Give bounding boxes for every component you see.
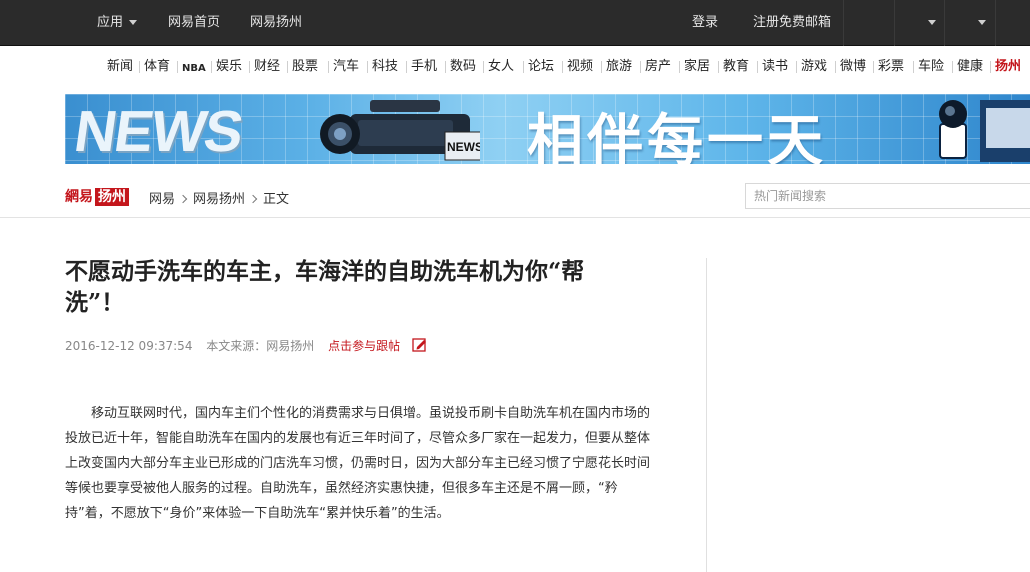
channel-0[interactable]: 新闻 bbox=[107, 59, 133, 75]
channel-separator bbox=[835, 61, 836, 73]
article-meta: 2016-12-12 09:37:54 本文来源：网易扬州 点击参与跟帖 bbox=[65, 337, 428, 354]
news-search-input[interactable]: 热门新闻搜索 bbox=[745, 183, 1030, 209]
banner-slogan: 相伴每一天 bbox=[527, 109, 827, 164]
chevron-down-icon bbox=[978, 20, 986, 25]
breadcrumb-netease[interactable]: 网易 bbox=[149, 192, 175, 207]
breadcrumb: 网易 网易扬州 正文 bbox=[149, 188, 289, 207]
channel-1[interactable]: 体育 bbox=[144, 59, 170, 75]
microphone-icon bbox=[939, 100, 1030, 162]
channel-separator bbox=[601, 61, 602, 73]
divider bbox=[894, 0, 895, 46]
chevron-right-icon bbox=[248, 194, 258, 204]
dropdown-toggle-1[interactable] bbox=[922, 0, 936, 46]
channel-2[interactable]: NBA bbox=[182, 61, 206, 77]
channel-separator bbox=[913, 61, 914, 73]
channel-separator bbox=[483, 61, 484, 73]
netease-yangzhou-link[interactable]: 网易扬州 bbox=[250, 0, 302, 46]
top-bar: 应用 网易首页 网易扬州 登录 注册免费邮箱 bbox=[0, 0, 1030, 46]
apps-menu[interactable]: 应用 bbox=[97, 0, 138, 46]
channel-separator bbox=[679, 61, 680, 73]
channel-separator bbox=[990, 61, 991, 73]
breadcrumb-current: 正文 bbox=[263, 192, 290, 207]
divider bbox=[944, 0, 945, 46]
channel-separator bbox=[406, 61, 407, 73]
divider bbox=[843, 0, 844, 46]
channel-15[interactable]: 家居 bbox=[684, 59, 710, 75]
login-link[interactable]: 登录 bbox=[692, 0, 718, 46]
channel-7[interactable]: 科技 bbox=[372, 59, 398, 75]
channel-14[interactable]: 房产 bbox=[645, 59, 671, 75]
chevron-right-icon bbox=[178, 194, 188, 204]
channel-separator bbox=[640, 61, 641, 73]
logo-netease: 網易 bbox=[65, 189, 93, 205]
channel-separator bbox=[873, 61, 874, 73]
channel-separator bbox=[249, 61, 250, 73]
channel-21[interactable]: 车险 bbox=[918, 59, 944, 75]
video-camera-icon: NEWS bbox=[320, 100, 480, 161]
camera-news-label: NEWS bbox=[447, 140, 480, 154]
channel-separator bbox=[952, 61, 953, 73]
channel-16[interactable]: 教育 bbox=[723, 59, 749, 75]
dropdown-toggle-2[interactable] bbox=[972, 0, 986, 46]
channel-3[interactable]: 娱乐 bbox=[216, 59, 242, 75]
channel-nav: 新闻 体育 NBA 娱乐 财经 股票 汽车 科技 手机 数码 女人 论坛 视频 旅游 房产 家居 教育 读书 游戏微… bbox=[0, 47, 1030, 88]
channel-22[interactable]: 健康 bbox=[957, 59, 983, 75]
breadcrumb-yangzhou[interactable]: 网易扬州 bbox=[193, 192, 245, 207]
breadcrumb-row: 網易 扬州 网易 网易扬州 正文 热门新闻搜索 bbox=[0, 172, 1030, 218]
channel-separator bbox=[445, 61, 446, 73]
channel-12[interactable]: 视频 bbox=[567, 59, 593, 75]
channel-separator bbox=[139, 61, 140, 73]
edit-icon[interactable] bbox=[412, 338, 428, 352]
channel-23[interactable]: 扬州 bbox=[995, 59, 1021, 75]
register-mail-link[interactable]: 注册免费邮箱 bbox=[753, 0, 831, 46]
channel-20[interactable]: 彩票 bbox=[878, 59, 904, 75]
channel-11[interactable]: 论坛 bbox=[528, 59, 554, 75]
article-source: 本文来源：网易扬州 bbox=[206, 339, 315, 353]
channel-10[interactable]: 女人 bbox=[488, 59, 514, 75]
divider bbox=[995, 0, 996, 46]
channel-8[interactable]: 手机 bbox=[411, 59, 437, 75]
channel-17[interactable]: 读书 bbox=[762, 59, 788, 75]
article-datetime: 2016-12-12 09:37:54 bbox=[65, 339, 193, 353]
channel-18[interactable]: 游戏 bbox=[801, 59, 827, 75]
banner-ad[interactable]: NEWS NEWS 相伴每一天 bbox=[65, 94, 1030, 164]
channel-4[interactable]: 财经 bbox=[254, 59, 280, 75]
channel-separator bbox=[211, 61, 212, 73]
join-comments-link[interactable]: 点击参与跟帖 bbox=[328, 339, 400, 353]
channel-separator bbox=[562, 61, 563, 73]
article-title: 不愿动手洗车的车主，车海洋的自助洗车机为你“帮洗”！ bbox=[65, 258, 585, 316]
apps-label: 应用 bbox=[97, 15, 124, 30]
logo-yangzhou: 扬州 bbox=[95, 188, 129, 206]
channel-separator bbox=[718, 61, 719, 73]
column-divider bbox=[706, 258, 707, 572]
channel-separator bbox=[177, 61, 178, 73]
chevron-down-icon bbox=[928, 20, 936, 25]
article-paragraph: 移动互联网时代，国内车主们个性化的消费需求与日俱增。虽说投币刷卡自助洗车机在国内… bbox=[65, 406, 651, 521]
channel-5[interactable]: 股票 bbox=[292, 59, 318, 75]
channel-separator bbox=[757, 61, 758, 73]
channel-19[interactable]: 微博 bbox=[840, 59, 866, 75]
netease-home-link[interactable]: 网易首页 bbox=[168, 0, 220, 46]
channel-separator bbox=[367, 61, 368, 73]
channel-separator bbox=[796, 61, 797, 73]
channel-separator bbox=[523, 61, 524, 73]
netease-yangzhou-logo[interactable]: 網易 扬州 bbox=[65, 186, 129, 206]
channel-separator bbox=[287, 61, 288, 73]
channel-13[interactable]: 旅游 bbox=[606, 59, 632, 75]
channel-6[interactable]: 汽车 bbox=[333, 59, 359, 75]
chevron-down-icon bbox=[129, 20, 138, 25]
channel-separator bbox=[328, 61, 329, 73]
channel-9[interactable]: 数码 bbox=[450, 59, 476, 75]
banner-news-word: NEWS bbox=[70, 99, 246, 164]
